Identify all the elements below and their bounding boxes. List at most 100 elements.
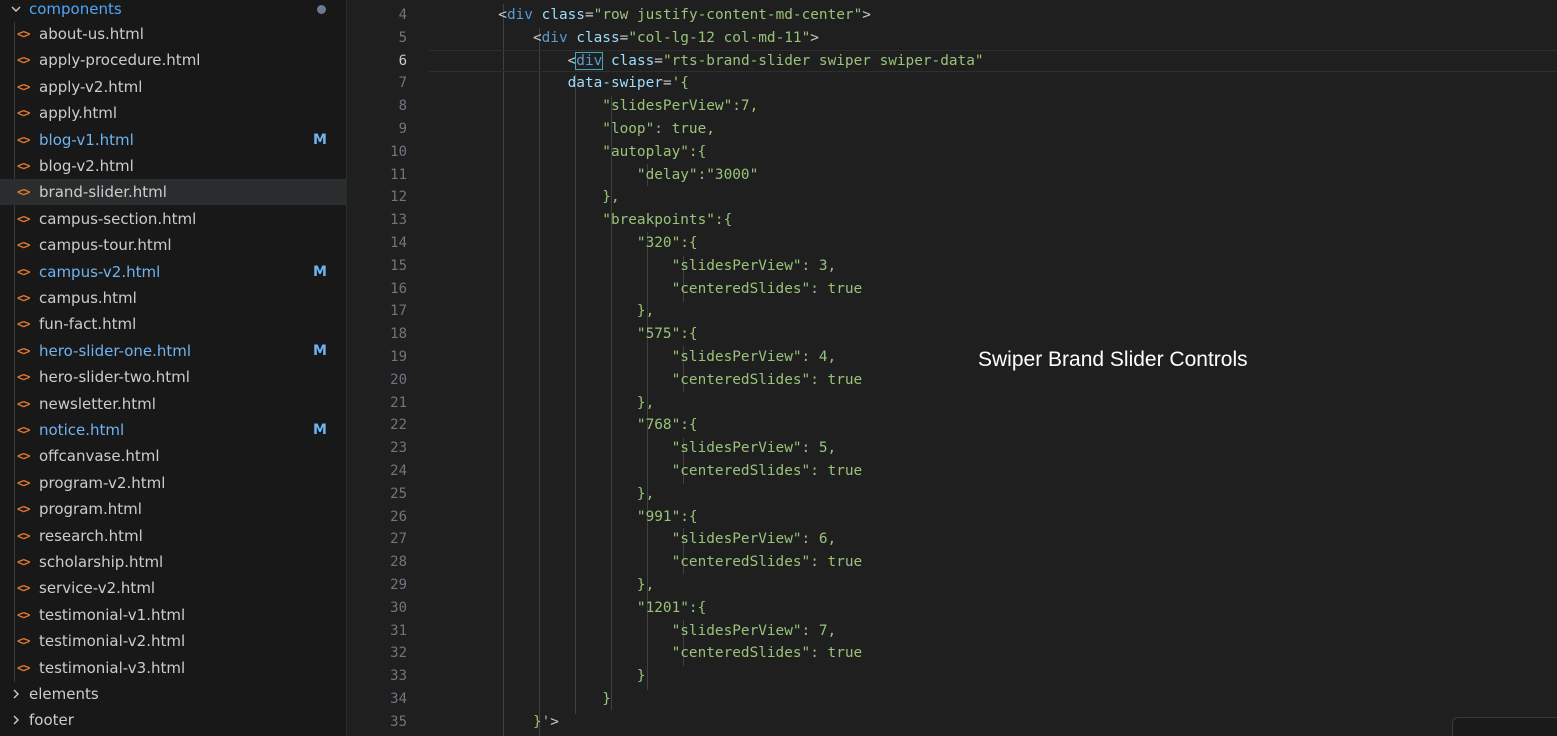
code-line: "centeredSlides": true [429,460,1557,483]
code-token: "autoplay":{ [429,143,707,160]
code-line: "1201":{ [429,597,1557,620]
code-token: = [619,29,629,46]
file-item[interactable]: <> service-v2.html [0,575,346,601]
file-item[interactable]: <> research.html [0,523,346,549]
line-number: 8 [398,98,407,115]
code-line: "768":{ [429,414,1557,437]
file-item[interactable]: <> fun-fact.html [0,311,346,337]
file-name: campus.html [39,289,137,307]
modified-badge: M [313,342,327,359]
line-number: 30 [390,599,407,616]
code-token: }, [429,394,655,411]
file-name: testimonial-v1.html [39,605,186,624]
chevron-down-icon [10,3,22,15]
code-line: "slidesPerView": 7, [429,620,1557,643]
file-name: apply.html [39,104,118,123]
file-item[interactable]: <> blog-v1.html M [0,127,346,153]
file-name: brand-slider.html [39,183,167,202]
file-item[interactable]: <> blog-v2.html [0,153,346,179]
file-item[interactable]: <> newsletter.html [0,391,346,417]
file-item[interactable]: <> offcanvase.html [0,443,346,469]
line-number-gutter: 4 5 6 7 8 9 10 11 12 13 14 15 16 17 18 19 20 21 22 23 24 25 26… [347,0,407,736]
code-token: '{ [671,75,689,92]
line-number: 14 [390,235,407,251]
file-name: program.html [39,500,142,519]
chevron-right-icon [10,714,22,726]
code-token: "centeredSlides": true [429,280,863,297]
line-number: 32 [390,645,407,662]
file-item[interactable]: <> testimonial-v2.html [0,628,346,654]
line-number: 25 [390,485,407,502]
code-line: }, [429,483,1557,506]
code-token: "row justify-content-md-center" [593,7,863,23]
code-token: > [550,713,559,730]
code-token: = [662,75,672,92]
html-file-icon: <> [17,211,30,226]
code-token: "575":{ [429,326,698,343]
code-token: "loop": true, [429,121,715,137]
file-name: fun-fact.html [39,315,137,334]
file-item[interactable]: <> apply-v2.html [0,74,346,100]
code-token: "slidesPerView": 4, [429,349,837,365]
html-file-icon: <> [17,132,30,147]
folder-components[interactable]: components [0,0,346,21]
line-number: 16 [390,280,407,297]
code-line: "320":{ [429,232,1557,255]
file-name: campus-v2.html [39,262,161,281]
html-file-icon: <> [17,79,30,94]
code-token: } [429,691,611,707]
code-token: }, [429,485,655,502]
code-editor[interactable]: 4 5 6 7 8 9 10 11 12 13 14 15 16 17 18 19 20 21 22 23 24 25 26… [347,0,1557,736]
modified-badge: M [313,131,327,148]
code-token: < [429,52,577,69]
code-token: < [429,29,542,46]
line-number: 9 [398,121,407,137]
explorer-sidebar: components <> about-us.html <> apply-proced… [0,0,347,736]
file-name: service-v2.html [39,579,156,598]
file-name: hero-slider-two.html [39,368,190,387]
file-item[interactable]: <> campus.html [0,285,346,311]
file-item[interactable]: <> program.html [0,496,346,522]
folder-name: footer [29,711,74,729]
file-name: program-v2.html [39,473,166,492]
line-number: 21 [390,394,407,411]
file-item[interactable]: <> hero-slider-one.html M [0,338,346,364]
code-line: "slidesPerView": 3, [429,255,1557,278]
file-item[interactable]: <> hero-slider-two.html [0,364,346,390]
file-item[interactable]: <> campus-v2.html M [0,259,346,285]
file-item[interactable]: <> apply.html [0,100,346,126]
html-file-icon: <> [17,555,30,569]
file-item[interactable]: <> campus-section.html [0,206,346,232]
file-item[interactable]: <> program-v2.html [0,470,346,496]
line-number: 15 [390,257,407,274]
file-name: testimonial-v3.html [39,658,186,677]
corner-widget[interactable] [1452,717,1557,736]
folder-footer[interactable]: footer [0,708,346,732]
line-number: 18 [390,326,407,343]
line-number: 22 [390,417,407,434]
code-line: }, [429,392,1557,415]
code-token: class [576,29,620,46]
file-item[interactable]: <> testimonial-v3.html [0,655,346,681]
html-file-icon: <> [17,502,30,517]
file-item[interactable]: <> testimonial-v1.html [0,602,346,628]
file-item[interactable]: <> notice.html M [0,417,346,443]
file-name: about-us.html [39,25,144,43]
file-item[interactable]: <> scholarship.html [0,549,346,575]
file-item[interactable]: <> campus-tour.html [0,232,346,258]
code-line: <div class="row justify-content-md-cente… [429,4,1557,27]
code-line: }, [429,300,1557,323]
code-token: "slidesPerView": 3, [429,257,837,274]
folder-elements[interactable]: elements [0,682,346,706]
file-item[interactable]: <> apply-procedure.html [0,47,346,73]
folder-name: elements [29,685,99,703]
code-token: }, [429,189,620,206]
overlay-caption: Swiper Brand Slider Controls [978,348,1248,371]
file-item[interactable]: <> about-us.html [0,21,346,47]
html-file-icon: <> [17,634,30,649]
html-file-icon: <> [17,660,30,675]
code-line: "centeredSlides": true [429,642,1557,665]
html-file-icon: <> [17,581,30,596]
file-item[interactable]: <> brand-slider.html [0,179,346,206]
html-file-icon: <> [17,53,30,68]
